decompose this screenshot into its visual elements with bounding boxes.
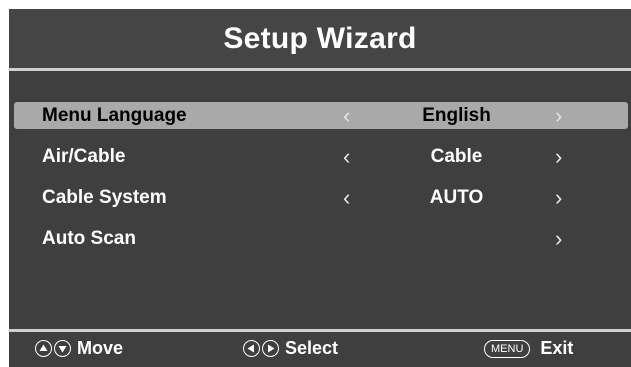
up-circle-icon bbox=[35, 340, 52, 357]
menu-row-label: Menu Language bbox=[42, 105, 187, 126]
menu-row-value: Cable bbox=[430, 146, 483, 167]
footer-hints: Move Select MENU Exit bbox=[9, 332, 631, 367]
setup-wizard-window: Setup Wizard Menu Language ‹ English › A… bbox=[9, 9, 631, 367]
move-label: Move bbox=[77, 338, 124, 358]
select-label: Select bbox=[285, 338, 339, 358]
left-arrow-icon[interactable]: ‹ bbox=[343, 185, 350, 211]
right-arrow-icon[interactable]: › bbox=[555, 103, 562, 129]
right-circle-icon bbox=[262, 340, 279, 357]
menu-row-air-cable[interactable]: Air/Cable ‹ Cable › bbox=[14, 143, 628, 170]
menu-row-label: Auto Scan bbox=[42, 228, 136, 249]
menu-row-label: Cable System bbox=[42, 187, 167, 208]
down-circle-icon bbox=[54, 340, 71, 357]
menu-row-cable-system[interactable]: Cable System ‹ AUTO › bbox=[14, 184, 628, 211]
left-circle-icon bbox=[243, 340, 260, 357]
menu-row-value: English bbox=[422, 105, 491, 126]
exit-hint: MENU Exit bbox=[484, 338, 573, 359]
title-bar: Setup Wizard bbox=[9, 9, 631, 68]
menu-row-auto-scan[interactable]: Auto Scan › bbox=[14, 225, 628, 252]
left-arrow-icon[interactable]: ‹ bbox=[343, 103, 350, 129]
menu-row-label: Air/Cable bbox=[42, 146, 126, 167]
right-arrow-icon[interactable]: › bbox=[555, 185, 562, 211]
right-arrow-icon[interactable]: › bbox=[555, 226, 562, 252]
move-hint: Move bbox=[35, 338, 123, 359]
right-arrow-icon[interactable]: › bbox=[555, 144, 562, 170]
menu-row-value: AUTO bbox=[429, 187, 484, 208]
menu-list: Menu Language ‹ English › Air/Cable ‹ Ca… bbox=[9, 71, 631, 329]
exit-label: Exit bbox=[540, 338, 574, 358]
menu-key-icon: MENU bbox=[484, 339, 531, 358]
left-arrow-icon[interactable]: ‹ bbox=[343, 144, 350, 170]
select-hint: Select bbox=[243, 338, 338, 359]
page-title: Setup Wizard bbox=[223, 21, 417, 55]
menu-row-menu-language[interactable]: Menu Language ‹ English › bbox=[14, 102, 628, 129]
